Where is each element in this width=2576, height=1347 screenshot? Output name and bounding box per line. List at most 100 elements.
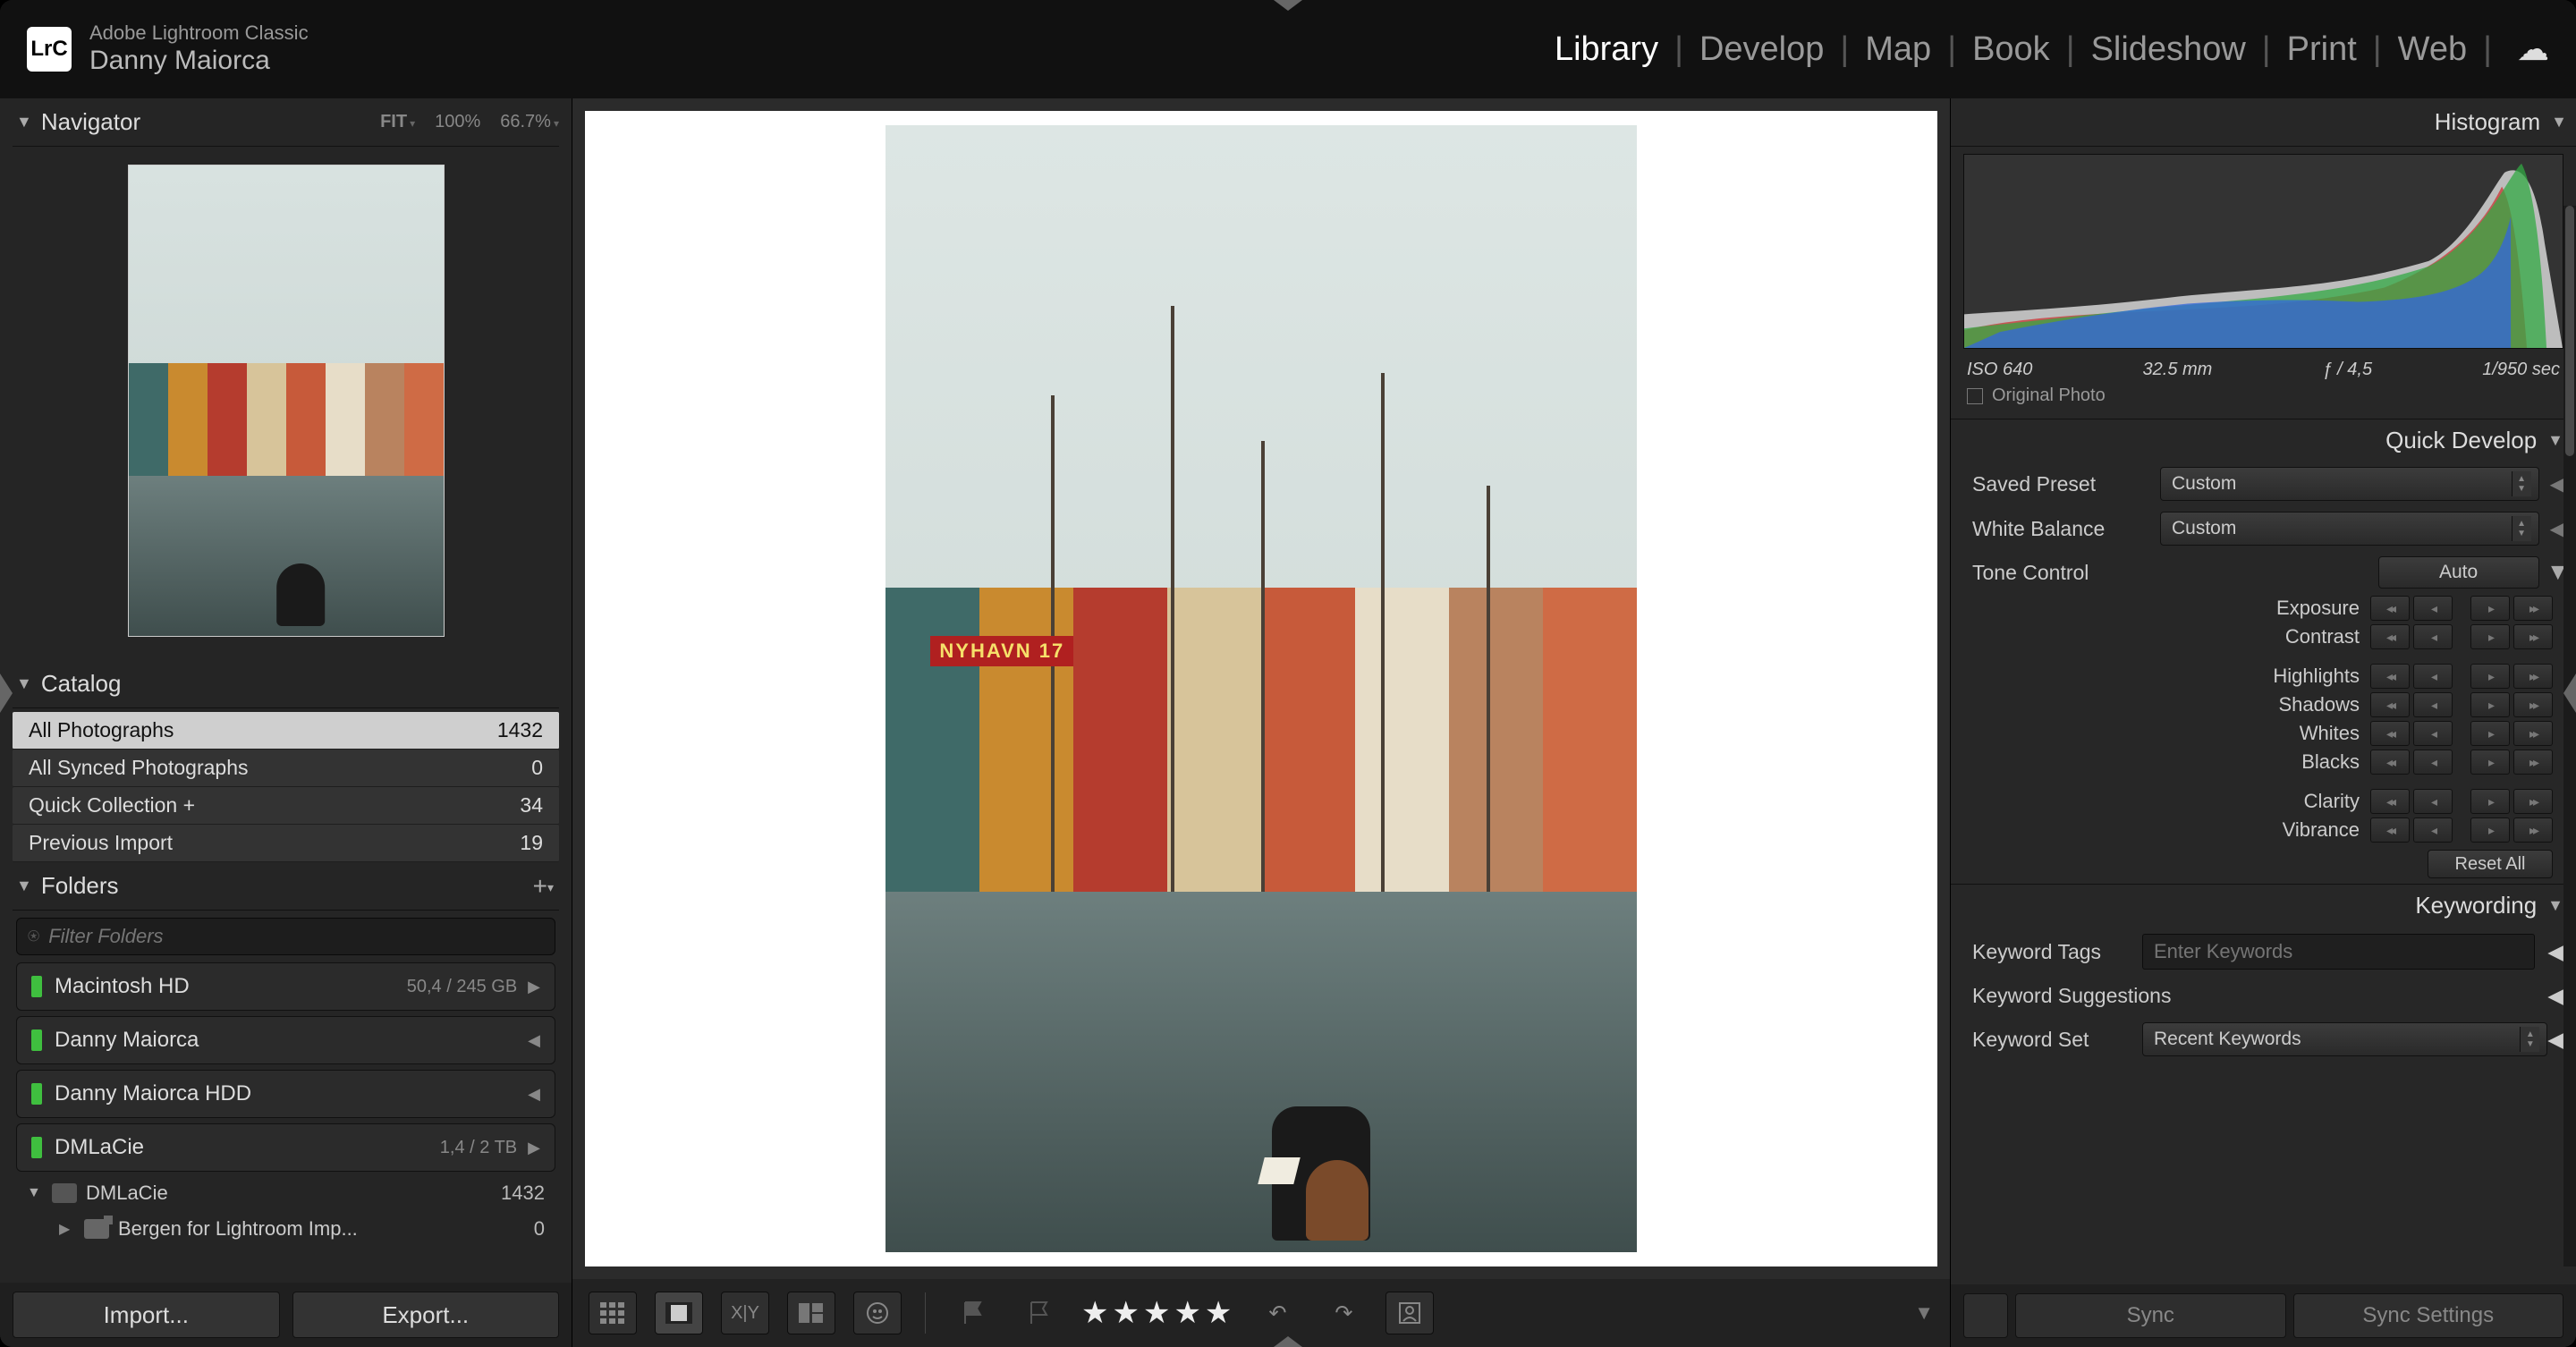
toolbar-options-button[interactable]: ▼ [1914, 1301, 1934, 1325]
catalog-item[interactable]: All Photographs1432 [13, 712, 559, 750]
keyword-tags-input[interactable] [2142, 934, 2535, 970]
catalog-item[interactable]: Quick Collection +34 [13, 787, 559, 825]
sync-toggle-button[interactable] [1963, 1293, 2008, 1338]
flag-rejected-button[interactable] [1015, 1292, 1063, 1334]
step-decrease-button[interactable]: ◂ [2413, 624, 2453, 649]
step-big-increase-button[interactable]: ▸▸ [2513, 789, 2553, 814]
export-button[interactable]: Export... [292, 1292, 560, 1338]
collapse-arrow-icon[interactable]: ◀ [2547, 940, 2563, 964]
step-big-decrease-button[interactable]: ◂◂ [2370, 789, 2410, 814]
step-big-increase-button[interactable]: ▸▸ [2513, 692, 2553, 717]
survey-view-button[interactable] [787, 1292, 835, 1334]
grid-view-button[interactable] [589, 1292, 637, 1334]
step-big-decrease-button[interactable]: ◂◂ [2370, 692, 2410, 717]
step-big-decrease-button[interactable]: ◂◂ [2370, 664, 2410, 689]
step-decrease-button[interactable]: ◂ [2413, 789, 2453, 814]
identity-plate[interactable]: Adobe Lightroom Classic Danny Maiorca [89, 21, 309, 77]
histogram-header[interactable]: Histogram ▼ [1951, 98, 2576, 147]
step-big-increase-button[interactable]: ▸▸ [2513, 596, 2553, 621]
step-big-decrease-button[interactable]: ◂◂ [2370, 818, 2410, 843]
module-print[interactable]: Print [2287, 30, 2357, 69]
folders-header[interactable]: ▼ Folders +▾ [13, 862, 559, 911]
collapse-arrow-icon[interactable]: ◀ [2547, 984, 2563, 1008]
step-big-increase-button[interactable]: ▸▸ [2513, 750, 2553, 775]
step-big-increase-button[interactable]: ▸▸ [2513, 818, 2553, 843]
step-big-decrease-button[interactable]: ◂◂ [2370, 721, 2410, 746]
step-big-increase-button[interactable]: ▸▸ [2513, 721, 2553, 746]
import-button[interactable]: Import... [13, 1292, 280, 1338]
zoom-fit[interactable]: FIT▾ [380, 112, 415, 132]
collapse-arrow-icon[interactable]: ◀ [2547, 1028, 2563, 1052]
white-balance-dropdown[interactable]: Custom ▲▼ [2160, 512, 2539, 546]
navigator-preview[interactable] [128, 165, 445, 637]
module-slideshow[interactable]: Slideshow [2091, 30, 2246, 69]
cloud-sync-icon[interactable]: ☁ [2517, 30, 2549, 68]
step-increase-button[interactable]: ▸ [2470, 750, 2510, 775]
sync-settings-button[interactable]: Sync Settings [2293, 1293, 2564, 1338]
keywording-header[interactable]: Keywording ▼ [1951, 884, 2576, 927]
reset-all-button[interactable]: Reset All [2428, 850, 2553, 878]
step-big-increase-button[interactable]: ▸▸ [2513, 664, 2553, 689]
catalog-item[interactable]: All Synced Photographs0 [13, 750, 559, 787]
collapse-top-handle[interactable] [1274, 0, 1302, 11]
quick-develop-header[interactable]: Quick Develop ▼ [1951, 419, 2576, 462]
module-develop[interactable]: Develop [1699, 30, 1824, 69]
step-big-decrease-button[interactable]: ◂◂ [2370, 596, 2410, 621]
right-panel-scrollbar[interactable] [2563, 206, 2576, 1267]
step-increase-button[interactable]: ▸ [2470, 692, 2510, 717]
drive-row[interactable]: Macintosh HD50,4 / 245 GB▶ [16, 962, 555, 1011]
collapse-arrow-icon[interactable]: ◀ [2550, 473, 2563, 496]
face-tag-button[interactable] [1385, 1292, 1434, 1334]
step-big-increase-button[interactable]: ▸▸ [2513, 624, 2553, 649]
compare-view-button[interactable]: X|Y [721, 1292, 769, 1334]
collapse-right-handle[interactable] [2563, 674, 2576, 713]
folder-tree-root[interactable]: ▼ DMLaCie 1432 [16, 1175, 555, 1211]
module-map[interactable]: Map [1865, 30, 1931, 69]
rotate-cw-button[interactable]: ↷ [1319, 1292, 1368, 1334]
drive-row[interactable]: Danny Maiorca◀ [16, 1016, 555, 1064]
step-decrease-button[interactable]: ◂ [2413, 750, 2453, 775]
dropdown-caret-icon[interactable] [2513, 935, 2533, 969]
keyword-set-dropdown[interactable]: Recent Keywords ▲▼ [2142, 1022, 2547, 1056]
step-decrease-button[interactable]: ◂ [2413, 664, 2453, 689]
step-decrease-button[interactable]: ◂ [2413, 721, 2453, 746]
module-web[interactable]: Web [2398, 30, 2467, 69]
step-decrease-button[interactable]: ◂ [2413, 818, 2453, 843]
step-increase-button[interactable]: ▸ [2470, 664, 2510, 689]
catalog-item[interactable]: Previous Import19 [13, 825, 559, 862]
step-increase-button[interactable]: ▸ [2470, 596, 2510, 621]
navigator-header[interactable]: ▼ Navigator FIT▾ 100% 66.7%▾ [13, 98, 559, 147]
step-big-decrease-button[interactable]: ◂◂ [2370, 624, 2410, 649]
auto-tone-button[interactable]: Auto [2378, 556, 2539, 589]
drive-row[interactable]: Danny Maiorca HDD◀ [16, 1070, 555, 1118]
folder-filter[interactable]: ⍟ [16, 918, 555, 955]
histogram-display[interactable] [1963, 154, 2563, 349]
collapse-arrow-icon[interactable]: ◀ [2550, 518, 2563, 540]
catalog-header[interactable]: ▼ Catalog [13, 660, 559, 708]
flag-picked-button[interactable] [949, 1292, 997, 1334]
people-view-button[interactable] [853, 1292, 902, 1334]
drive-row[interactable]: DMLaCie1,4 / 2 TB▶ [16, 1123, 555, 1172]
collapse-bottom-handle[interactable] [1274, 1336, 1302, 1347]
step-increase-button[interactable]: ▸ [2470, 721, 2510, 746]
step-decrease-button[interactable]: ◂ [2413, 692, 2453, 717]
collapse-left-handle[interactable] [0, 674, 13, 713]
step-increase-button[interactable]: ▸ [2470, 789, 2510, 814]
folder-tree-child[interactable]: ▶ Bergen for Lightroom Imp... 0 [16, 1211, 555, 1247]
step-big-decrease-button[interactable]: ◂◂ [2370, 750, 2410, 775]
sync-button[interactable]: Sync [2015, 1293, 2286, 1338]
zoom-custom[interactable]: 66.7%▾ [500, 112, 559, 132]
step-increase-button[interactable]: ▸ [2470, 624, 2510, 649]
keyword-suggestions-row[interactable]: Keyword Suggestions ◀ [1951, 977, 2576, 1015]
saved-preset-dropdown[interactable]: Custom ▲▼ [2160, 467, 2539, 501]
loupe-view-button[interactable] [655, 1292, 703, 1334]
folder-filter-input[interactable] [48, 925, 544, 948]
zoom-100[interactable]: 100% [435, 112, 480, 132]
module-book[interactable]: Book [1972, 30, 2050, 69]
rating-stars[interactable]: ★★★★★ [1081, 1295, 1235, 1331]
image-canvas[interactable]: NYHAVN 17 [585, 111, 1937, 1267]
add-folder-icon[interactable]: +▾ [533, 872, 554, 901]
rotate-ccw-button[interactable]: ↶ [1253, 1292, 1301, 1334]
step-increase-button[interactable]: ▸ [2470, 818, 2510, 843]
step-decrease-button[interactable]: ◂ [2413, 596, 2453, 621]
